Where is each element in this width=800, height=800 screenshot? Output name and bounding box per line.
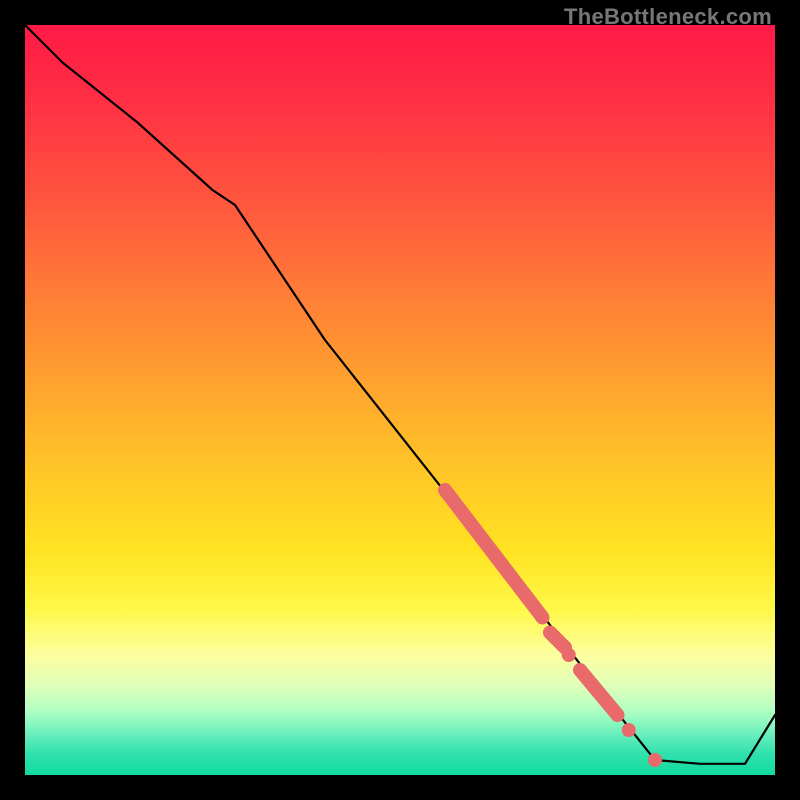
highlight-segment	[445, 490, 543, 618]
highlight-segments	[445, 490, 618, 715]
highlight-segment	[580, 670, 618, 715]
chart-frame: TheBottleneck.com	[0, 0, 800, 800]
highlight-segment	[550, 633, 565, 648]
data-curve	[25, 25, 775, 764]
highlight-point	[622, 723, 636, 737]
chart-overlay	[25, 25, 775, 775]
highlight-point	[648, 753, 662, 767]
highlight-point	[562, 648, 576, 662]
